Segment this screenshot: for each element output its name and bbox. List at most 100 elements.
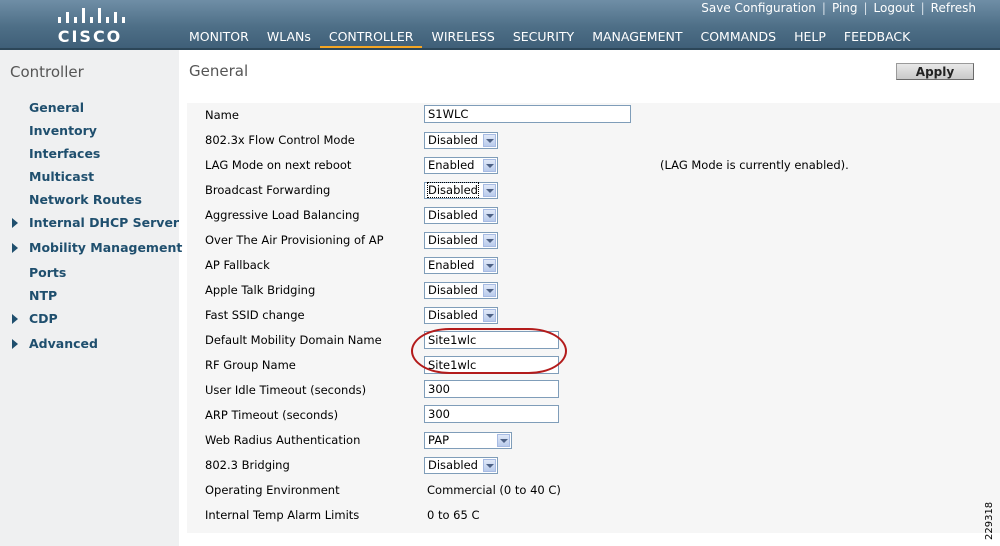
sidebar-item-network-routes[interactable]: Network Routes: [29, 192, 142, 207]
flow-control-label: 802.3x Flow Control Mode: [205, 133, 355, 147]
separator: |: [821, 1, 826, 15]
nav-management[interactable]: MANAGEMENT: [583, 26, 691, 48]
refresh-link[interactable]: Refresh: [931, 1, 976, 15]
sidebar-item-label: Ports: [29, 265, 67, 280]
expand-arrow-icon: [12, 314, 18, 324]
bridging-select[interactable]: Disabled: [424, 457, 498, 474]
bridging-label: 802.3 Bridging: [205, 458, 290, 472]
apply-button[interactable]: Apply: [896, 63, 974, 80]
lag-mode-select[interactable]: Enabled: [424, 157, 498, 174]
operating-environment-label: Operating Environment: [205, 483, 340, 497]
web-radius-authentication-label: Web Radius Authentication: [205, 433, 361, 447]
select-value: Disabled: [427, 182, 479, 198]
user-idle-timeout-input[interactable]: 300: [424, 380, 559, 398]
select-value: Disabled: [428, 458, 478, 472]
chevron-down-icon: [483, 184, 496, 197]
chevron-down-icon: [497, 434, 510, 447]
nav-wlans[interactable]: WLANs: [258, 26, 320, 48]
nav-help[interactable]: HELP: [785, 26, 835, 48]
expand-arrow-icon: [12, 218, 18, 228]
web-radius-authentication-select[interactable]: PAP: [424, 432, 512, 449]
broadcast-forwarding-select[interactable]: Disabled: [424, 182, 498, 199]
temp-alarm-limits-value: 0 to 65 C: [427, 508, 480, 522]
arp-timeout-input[interactable]: 300: [424, 405, 559, 423]
otap-select[interactable]: Disabled: [424, 232, 498, 249]
operating-environment-value: Commercial (0 to 40 C): [427, 483, 561, 497]
sidebar-item-cdp[interactable]: CDP: [12, 311, 58, 326]
sidebar-item-interfaces[interactable]: Interfaces: [29, 146, 100, 161]
select-value: Enabled: [428, 158, 475, 172]
select-value: PAP: [428, 433, 450, 447]
nav-monitor[interactable]: MONITOR: [180, 26, 258, 48]
nav-wireless[interactable]: WIRELESS: [422, 26, 503, 48]
nav-controller[interactable]: CONTROLLER: [319, 26, 423, 50]
aggressive-load-balancing-select[interactable]: Disabled: [424, 207, 498, 224]
arp-timeout-label: ARP Timeout (seconds): [205, 408, 339, 422]
chevron-down-icon: [483, 209, 496, 222]
select-value: Disabled: [428, 208, 478, 222]
rf-group-name-label: RF Group Name: [205, 358, 296, 372]
top-header: CISCO Save Configuration | Ping | Logout | Ref…: [0, 0, 1000, 50]
sidebar-item-multicast[interactable]: Multicast: [29, 169, 94, 184]
chevron-down-icon: [483, 259, 496, 272]
sidebar-item-internal-dhcp-server[interactable]: Internal DHCP Server: [12, 215, 180, 230]
sidebar-item-label: Mobility Management: [29, 240, 183, 255]
sidebar-item-label: Multicast: [29, 169, 95, 184]
separator: |: [920, 1, 925, 15]
flow-control-select[interactable]: Disabled: [424, 132, 498, 149]
chevron-down-icon: [483, 459, 496, 472]
chevron-down-icon: [483, 134, 496, 147]
sidebar-item-label: Interfaces: [29, 146, 101, 161]
expand-arrow-icon: [12, 339, 18, 349]
expand-arrow-icon: [12, 243, 18, 253]
otap-label: Over The Air Provisioning of AP: [205, 233, 384, 247]
sidebar-item-label: Network Routes: [29, 192, 142, 207]
select-value: Disabled: [428, 283, 478, 297]
chevron-down-icon: [483, 234, 496, 247]
lag-mode-label: LAG Mode on next reboot: [205, 158, 352, 172]
ping-link[interactable]: Ping: [832, 1, 858, 15]
chevron-down-icon: [483, 159, 496, 172]
sidebar-item-ntp[interactable]: NTP: [29, 288, 57, 303]
name-input[interactable]: S1WLC: [424, 105, 631, 123]
sidebar-item-label: CDP: [29, 311, 58, 326]
sidebar-item-ports[interactable]: Ports: [29, 265, 66, 280]
temp-alarm-limits-label: Internal Temp Alarm Limits: [205, 508, 360, 522]
chevron-down-icon: [483, 309, 496, 322]
select-value: Disabled: [428, 233, 478, 247]
fast-ssid-change-select[interactable]: Disabled: [424, 307, 498, 324]
ap-fallback-label: AP Fallback: [205, 258, 270, 272]
cisco-bars-icon: [58, 8, 125, 23]
user-idle-timeout-label: User Idle Timeout (seconds): [205, 383, 367, 397]
highlight-ellipse: [411, 328, 567, 374]
page-title: General: [189, 62, 249, 80]
select-value: Disabled: [428, 308, 478, 322]
fast-ssid-change-label: Fast SSID change: [205, 308, 305, 322]
apple-talk-bridging-label: Apple Talk Bridging: [205, 283, 316, 297]
nav-commands[interactable]: COMMANDS: [691, 26, 785, 48]
sidebar-item-advanced[interactable]: Advanced: [12, 336, 98, 351]
nav-feedback[interactable]: FEEDBACK: [835, 26, 919, 48]
apple-talk-bridging-select[interactable]: Disabled: [424, 282, 498, 299]
save-configuration-link[interactable]: Save Configuration: [701, 1, 816, 15]
main-nav: MONITOR WLANs CONTROLLER WIRELESS SECURI…: [180, 26, 919, 50]
name-label: Name: [205, 108, 239, 122]
logo-text: CISCO: [57, 27, 123, 46]
select-value: Disabled: [428, 133, 478, 147]
select-value: Enabled: [428, 258, 475, 272]
chevron-down-icon: [483, 284, 496, 297]
broadcast-forwarding-label: Broadcast Forwarding: [205, 183, 331, 197]
lag-mode-note: (LAG Mode is currently enabled).: [660, 158, 849, 172]
ap-fallback-select[interactable]: Enabled: [424, 257, 498, 274]
sidebar-item-general[interactable]: General: [29, 100, 84, 115]
sidebar-item-label: Internal DHCP Server: [29, 215, 180, 230]
nav-security[interactable]: SECURITY: [504, 26, 583, 48]
sidebar-item-inventory[interactable]: Inventory: [29, 123, 97, 138]
sidebar-item-mobility-management[interactable]: Mobility Management: [12, 240, 183, 255]
sidebar-item-label: General: [29, 100, 84, 115]
sidebar-item-label: Inventory: [29, 123, 97, 138]
figure-id: 229318: [984, 501, 995, 540]
sidebar-item-label: NTP: [29, 288, 58, 303]
logout-link[interactable]: Logout: [874, 1, 915, 15]
cisco-logo: CISCO: [52, 4, 128, 46]
